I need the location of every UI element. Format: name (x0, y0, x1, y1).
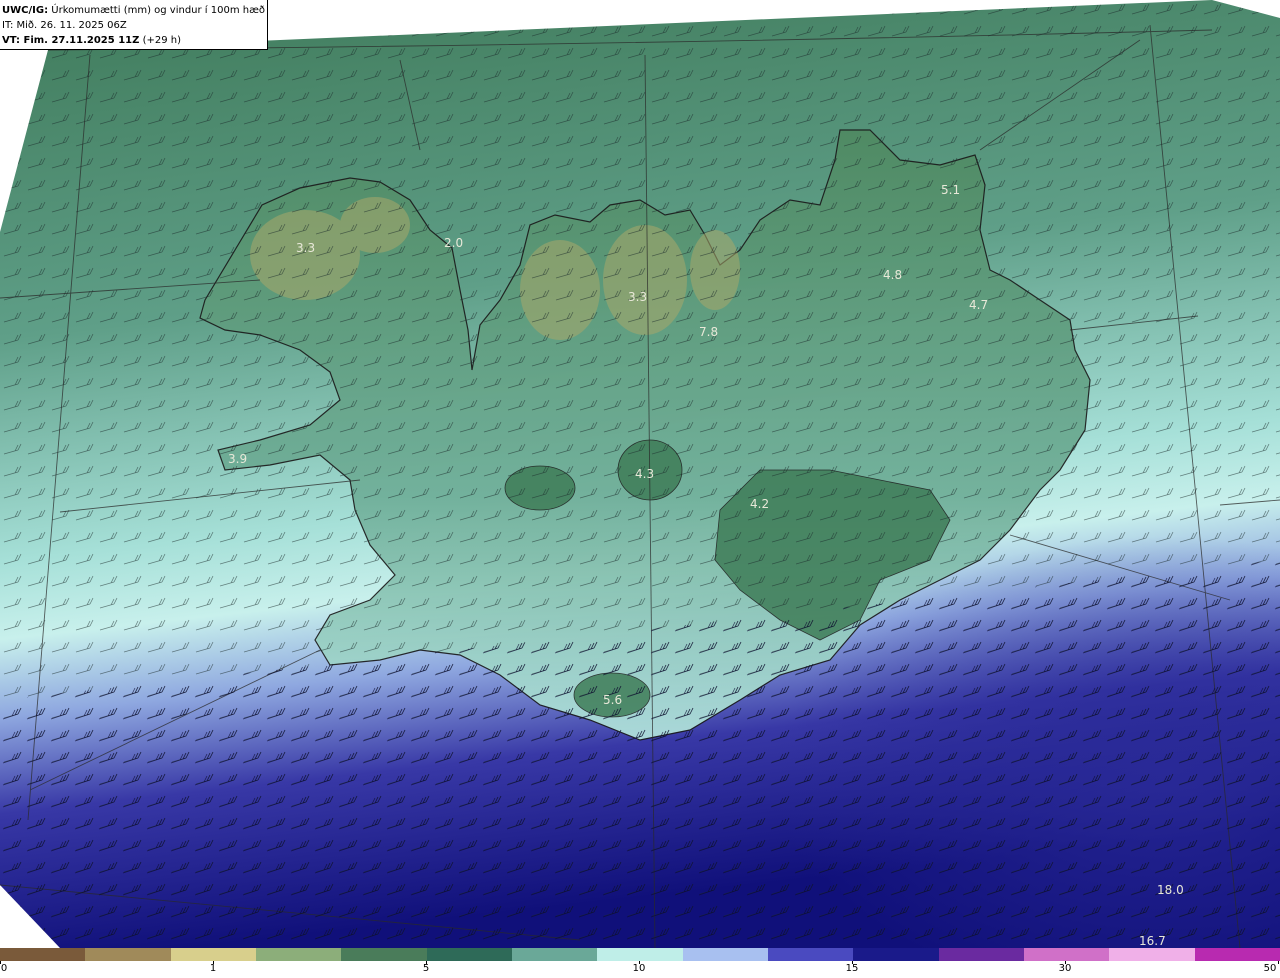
init-time: IT: Mið. 26. 11. 2025 06Z (2, 20, 127, 31)
label-east: 4.7 (969, 298, 988, 312)
map-title: Úrkomumætti (mm) og vindur í 100m hæð (51, 5, 266, 16)
lead-time: (+29 h) (142, 35, 181, 46)
colorbar-label-1: 1 (209, 963, 217, 974)
label-south-sea-2: 16.7 (1139, 934, 1166, 948)
colorbar-segment (341, 948, 427, 961)
colorbar-segment (767, 948, 854, 961)
colorbar-legend: 0 1 5 10 15 30 50 (0, 948, 1280, 978)
colorbar-segment (0, 948, 86, 961)
colorbar-tick (1278, 961, 1279, 964)
valid-time: VT: Fim. 27.11.2025 11Z (2, 35, 140, 46)
map-title-box: UWC/IG: Úrkomumætti (mm) og vindur í 100… (0, 0, 268, 50)
label-hofsjokull: 4.3 (635, 467, 654, 481)
label-westfjords: 3.3 (296, 241, 315, 255)
colorbar-segment (853, 948, 939, 961)
colorbar-segment (682, 948, 768, 961)
colorbar-segment (1109, 948, 1195, 961)
title-line: UWC/IG: Úrkomumætti (mm) og vindur í 100… (2, 3, 265, 18)
label-vatnajokull: 4.2 (750, 497, 769, 511)
label-strandir: 2.0 (444, 236, 463, 250)
map-canvas: 3.3 2.0 3.3 7.8 5.1 4.8 4.7 3.9 4.3 4.2 … (0, 0, 1280, 948)
label-snaefellsnes: 3.9 (228, 452, 247, 466)
label-eyjafjordur: 7.8 (699, 325, 718, 339)
colorbar-segment (170, 948, 256, 961)
colorbar-label-15: 15 (845, 963, 859, 974)
colorbar-segment (938, 948, 1024, 961)
colorbar-label-5: 5 (422, 963, 430, 974)
label-trollaskagi: 3.3 (628, 290, 647, 304)
label-south-sea: 18.0 (1157, 883, 1184, 897)
colorbar-segment (1023, 948, 1110, 961)
colorbar-segment (255, 948, 342, 961)
label-northeast: 5.1 (941, 183, 960, 197)
colorbar-label-0: 0 (0, 963, 8, 974)
colorbar-label-50: 50 (1263, 963, 1277, 974)
colorbar-label-30: 30 (1058, 963, 1072, 974)
forecast-map: 3.3 2.0 3.3 7.8 5.1 4.8 4.7 3.9 4.3 4.2 … (0, 0, 1280, 948)
colorbar-label-10: 10 (632, 963, 646, 974)
colorbar-strip (0, 948, 1280, 961)
label-myrdalsjokull: 5.6 (603, 693, 622, 707)
colorbar-segment (511, 948, 598, 961)
valid-time-line: VT: Fim. 27.11.2025 11Z (+29 h) (2, 33, 265, 48)
model-name: UWC/IG: (2, 5, 49, 16)
colorbar-segment (1194, 948, 1280, 961)
colorbar-segment (426, 948, 512, 961)
colorbar-segment (597, 948, 683, 961)
colorbar-segment (85, 948, 171, 961)
label-east-highlands: 4.8 (883, 268, 902, 282)
